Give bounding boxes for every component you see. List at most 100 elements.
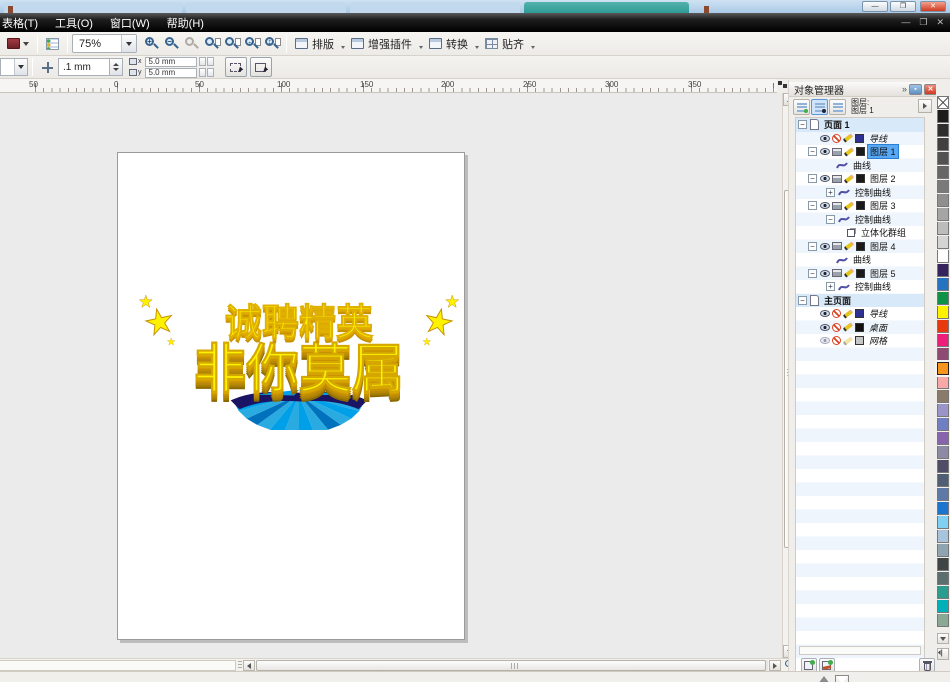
chevron-right-icon[interactable]: » [902,84,907,94]
print-disabled-icon[interactable] [832,134,841,143]
doc-minimize-icon[interactable]: — [901,17,910,28]
zoom-to-page-width-button[interactable]: ↔ [243,35,261,53]
visibility-eye-icon[interactable] [820,243,830,250]
edit-across-layers-button[interactable] [811,99,828,115]
layout-plugin-button[interactable]: 排版 [291,34,339,54]
tree-row-page1[interactable]: − 页面 1 [796,118,924,132]
spin-up-icon[interactable] [199,57,206,66]
treat-as-filled-toggle[interactable] [225,57,247,77]
spin-up-icon[interactable] [199,68,206,77]
artwork-3d-text[interactable]: 非你莫属 非你莫属 非你莫属 非你莫属 非你莫属 非你莫属 诚聘精英 诚聘精英 … [138,285,460,430]
horizontal-scroll-track[interactable] [256,660,768,671]
tree-row-layer2[interactable]: −图层 2 [796,172,924,186]
color-swatch[interactable] [937,516,949,529]
palette-expand-button[interactable]: ⏴▏ [937,648,949,660]
object-label[interactable]: 立体化群组 [859,226,908,239]
printer-icon[interactable] [832,148,842,156]
layer-color-swatch[interactable] [856,147,865,156]
tree-row-master-page[interactable]: −主页面 [796,294,924,308]
color-swatch[interactable] [937,544,949,557]
layer-color-swatch[interactable] [856,242,865,251]
menu-window[interactable]: 窗口(W) [101,13,159,33]
flyout-arrow-icon[interactable] [475,46,479,49]
layer-label[interactable]: 图层 5 [868,267,898,280]
color-swatch[interactable] [937,166,949,179]
flyout-arrow-icon[interactable] [419,46,423,49]
convert-plugin-button[interactable]: 转换 [425,34,473,54]
color-swatch[interactable] [937,194,949,207]
tree-row-grid[interactable]: 网格 [796,334,924,348]
layer-label[interactable]: 图层 4 [868,240,898,253]
tree-row-layer1[interactable]: −图层 1 [796,145,924,159]
collapse-icon[interactable]: − [808,147,817,156]
menu-help[interactable]: 帮助(H) [158,13,213,33]
no-color-swatch[interactable] [937,96,949,109]
collapse-icon[interactable]: − [798,296,807,305]
splitter-handle[interactable] [238,661,242,670]
zoom-in-button[interactable]: + [143,35,161,53]
color-swatch[interactable] [937,236,949,249]
visibility-eye-icon[interactable] [820,310,830,317]
edit-pencil-icon[interactable] [844,242,854,251]
edit-pencil-icon[interactable] [843,323,853,332]
collapse-icon[interactable]: − [826,215,835,224]
color-swatch[interactable] [937,138,949,151]
export-button[interactable] [3,34,33,54]
page-label[interactable]: 页面 1 [822,118,852,131]
collapse-icon[interactable]: − [808,269,817,278]
close-button[interactable]: ✕ [920,1,946,12]
edit-pencil-icon[interactable] [844,147,854,156]
duplicate-y-input[interactable]: 5.0 mm [145,68,197,78]
color-swatch[interactable] [937,334,949,347]
layer-color-swatch[interactable] [855,134,864,143]
edit-pencil-icon[interactable] [843,336,853,345]
color-swatch[interactable] [937,446,949,459]
object-label[interactable]: 控制曲线 [853,213,893,226]
view-manager-button[interactable] [42,34,63,54]
tree-row-control-curve[interactable]: − 控制曲线 [796,213,924,227]
maximize-button[interactable]: ❐ [890,1,916,12]
doc-restore-icon[interactable]: ❐ [919,17,927,28]
background-tab[interactable] [186,2,346,13]
panel-collapse-button[interactable]: ▪ [909,84,922,95]
color-swatch[interactable] [937,558,949,571]
print-disabled-icon[interactable] [832,323,841,332]
panel-horizontal-scrollbar[interactable] [799,646,921,655]
zoom-to-page-button[interactable] [223,35,241,53]
tree-row-guides[interactable]: 导线 [796,132,924,146]
flyout-arrow-icon[interactable] [341,46,345,49]
snap-to-button[interactable]: 贴齐 [481,34,529,54]
duplicate-x-spinner[interactable] [199,57,214,66]
printer-icon[interactable] [832,175,842,183]
color-swatch[interactable] [937,530,949,543]
horizontal-scroll-thumb[interactable] [256,660,766,671]
drawing-canvas[interactable]: 非你莫属 非你莫属 非你莫属 非你莫属 非你莫属 非你莫属 诚聘精英 诚聘精英 … [0,93,782,658]
spin-up-icon[interactable] [113,63,119,66]
scroll-right-button[interactable] [769,660,781,671]
minimize-button[interactable]: — [862,1,888,12]
print-disabled-icon[interactable] [832,309,841,318]
collapse-icon[interactable]: − [798,120,807,129]
tree-row-control-curve[interactable]: +控制曲线 [796,280,924,294]
layer-color-swatch[interactable] [856,201,865,210]
color-swatch[interactable] [937,614,949,627]
duplicate-y-spinner[interactable] [199,68,214,77]
doc-close-icon[interactable]: ✕ [936,17,944,28]
color-swatch[interactable] [937,250,949,263]
zoom-level-combobox[interactable]: 75% [72,34,137,53]
color-swatch-selected[interactable] [937,362,949,375]
color-swatch[interactable] [937,502,949,515]
tree-row-desktop[interactable]: 桌面 [796,321,924,335]
visibility-eye-icon[interactable] [820,270,830,277]
background-tab-active[interactable] [524,2,689,13]
color-swatch[interactable] [937,278,949,291]
zoom-to-page-height-button[interactable]: ↕ [263,35,281,53]
expand-icon[interactable]: + [826,282,835,291]
background-tab[interactable] [350,2,520,13]
printer-icon[interactable] [832,242,842,250]
visibility-eye-icon[interactable] [820,337,830,344]
layer-color-swatch[interactable] [855,309,864,318]
edit-pencil-icon[interactable] [843,134,853,143]
edit-pencil-icon[interactable] [844,269,854,278]
object-label[interactable]: 曲线 [851,253,873,266]
